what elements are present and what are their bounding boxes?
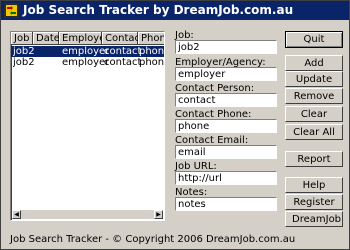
job-field[interactable] xyxy=(175,40,277,54)
quit-button[interactable]: Quit xyxy=(285,31,343,48)
cell-employer: employer xyxy=(62,57,110,68)
app-icon[interactable] xyxy=(4,3,19,18)
update-button[interactable]: Update xyxy=(285,71,343,87)
scroll-left-icon[interactable]: ◀ xyxy=(12,210,21,219)
register-button[interactable]: Register xyxy=(285,194,343,210)
clear-button[interactable]: Clear xyxy=(285,106,343,122)
notes-field[interactable] xyxy=(175,197,277,211)
column-header-phone[interactable]: Phone xyxy=(138,32,164,45)
contact-person-field[interactable] xyxy=(175,93,277,107)
window-title: Job Search Tracker by DreamJob.com.au xyxy=(23,3,294,17)
cell-contact: contact xyxy=(104,46,142,57)
cell-phone: phone xyxy=(139,46,165,57)
title-bar[interactable]: Job Search Tracker by DreamJob.com.au xyxy=(1,1,349,20)
employer-field[interactable] xyxy=(175,67,277,81)
help-button[interactable]: Help xyxy=(285,177,343,193)
cell-job: job2 xyxy=(13,57,35,68)
column-header-contact[interactable]: Contact xyxy=(102,32,144,45)
cell-phone: phone xyxy=(139,57,165,68)
horizontal-scrollbar[interactable]: ◀ ▶ xyxy=(12,210,163,219)
status-text: Job Search Tracker - © Copyright 2006 Dr… xyxy=(10,234,296,245)
job-url-field[interactable] xyxy=(175,171,277,185)
clear-all-button[interactable]: Clear All xyxy=(285,124,343,140)
job-list[interactable]: Job Date Employer Contact Phone job2 emp… xyxy=(10,31,165,221)
column-header-date[interactable]: Date xyxy=(33,32,60,45)
contact-email-field[interactable] xyxy=(175,145,277,159)
column-header-employer[interactable]: Employer xyxy=(59,32,110,45)
column-header-job[interactable]: Job xyxy=(11,32,33,45)
list-item[interactable]: job2 employer contact phone xyxy=(11,57,164,68)
scroll-right-icon[interactable]: ▶ xyxy=(154,210,163,219)
add-button[interactable]: Add xyxy=(285,55,343,71)
contact-phone-field[interactable] xyxy=(175,119,277,133)
dreamjob-button[interactable]: DreamJob xyxy=(285,211,343,227)
remove-button[interactable]: Remove xyxy=(285,88,343,104)
cell-contact: contact xyxy=(104,57,142,68)
report-button[interactable]: Report xyxy=(285,151,343,167)
list-item-selected[interactable]: job2 employer contact phone xyxy=(11,46,164,57)
cell-employer: employer xyxy=(62,46,110,57)
cell-job: job2 xyxy=(13,46,35,57)
app-window: Job Search Tracker by DreamJob.com.au Jo… xyxy=(0,0,350,250)
